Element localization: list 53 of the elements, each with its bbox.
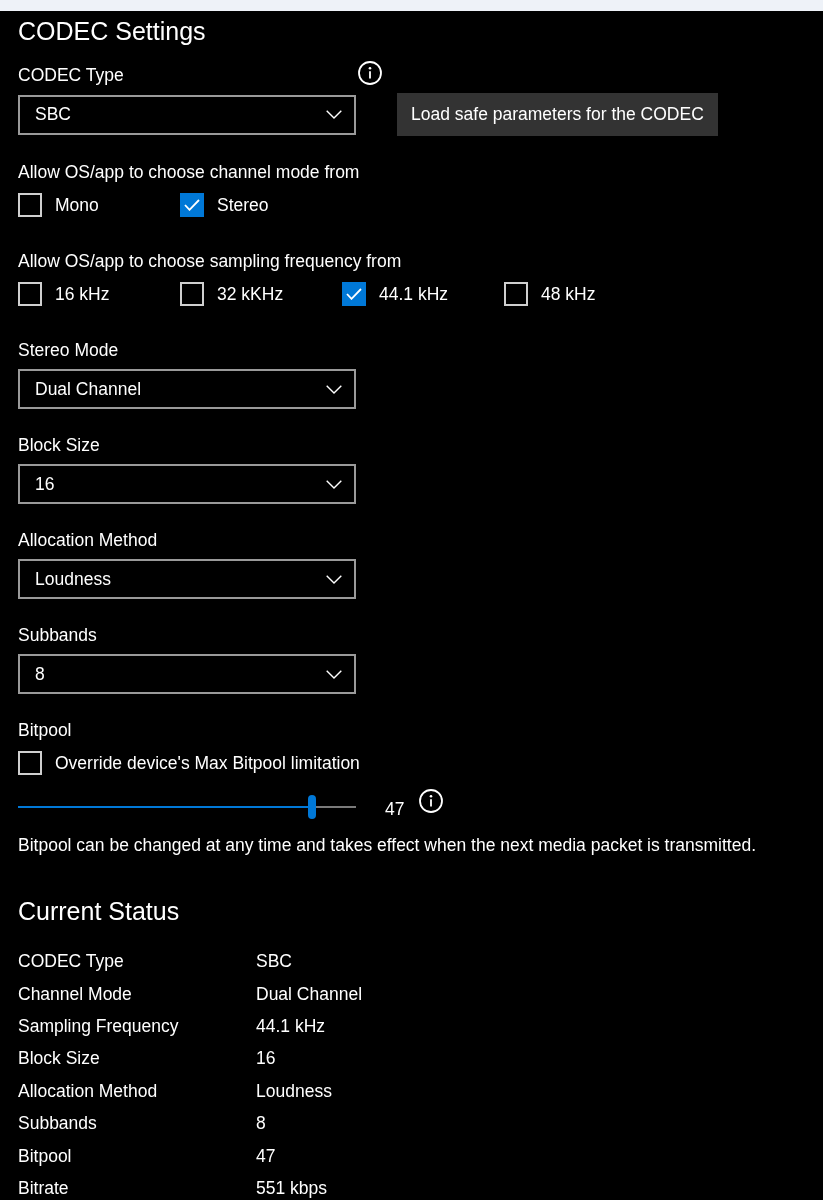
field-label: Allocation Method — [18, 529, 159, 551]
info-icon[interactable] — [358, 61, 382, 85]
status-label: CODEC Type — [18, 950, 124, 973]
checkbox-label[interactable]: 16 kHz — [55, 283, 110, 305]
status-value: Loudness — [256, 1079, 332, 1102]
dropdown[interactable]: 8 — [18, 654, 356, 694]
field-label: Bitpool — [18, 719, 73, 741]
checkbox-label[interactable]: 44.1 kHz — [379, 283, 449, 305]
status-label: Allocation Method — [18, 1079, 158, 1102]
slider-value: 47 — [385, 798, 405, 820]
section-title: CODEC Settings — [18, 16, 207, 47]
status-label: Sampling Frequency — [18, 1014, 179, 1037]
status-value: 44.1 kHz — [256, 1014, 326, 1037]
checkbox-label[interactable]: Mono — [55, 194, 99, 216]
field-label: Subbands — [18, 624, 98, 646]
status-value: 16 — [256, 1047, 276, 1070]
status-label: Bitpool — [18, 1144, 72, 1167]
status-label: Bitrate — [18, 1176, 69, 1199]
checkbox[interactable] — [180, 193, 204, 217]
chevron-down-icon — [326, 574, 342, 584]
field-label: CODEC Type — [18, 64, 124, 86]
checkbox[interactable] — [342, 282, 366, 306]
checkmark-icon — [346, 288, 362, 300]
load-safe-parameters-button[interactable]: Load safe parameters for the CODEC — [397, 93, 718, 136]
info-icon[interactable] — [419, 789, 444, 813]
status-label: Channel Mode — [18, 982, 132, 1005]
chevron-down-icon — [326, 669, 342, 679]
status-value: SBC — [256, 950, 292, 973]
bitpool-note: Bitpool can be changed at any time and takes effect when the next media packet is transmitted. — [18, 834, 758, 856]
status-value: 8 — [256, 1112, 266, 1135]
checkbox-label[interactable]: 48 kHz — [541, 283, 596, 305]
checkbox-label[interactable]: Stereo — [217, 194, 269, 216]
group-label: Allow OS/app to choose sampling frequency from — [18, 250, 403, 272]
checkbox-label[interactable]: 32 kKHz — [217, 283, 284, 305]
field-label: Block Size — [18, 434, 101, 456]
dropdown[interactable]: 16 — [18, 464, 356, 504]
section-title: Current Status — [18, 896, 181, 927]
status-value: Dual Channel — [256, 982, 363, 1005]
dropdown[interactable]: Dual Channel — [18, 369, 356, 409]
status-label: Block Size — [18, 1047, 100, 1070]
dropdown[interactable]: SBC — [18, 94, 356, 135]
status-value: 551 kbps — [256, 1176, 328, 1199]
field-label: Stereo Mode — [18, 339, 120, 361]
checkbox-label[interactable]: Override device's Max Bitpool limitation — [55, 752, 360, 774]
chevron-down-icon — [326, 110, 342, 119]
checkmark-icon — [184, 199, 200, 211]
chevron-down-icon — [326, 479, 342, 489]
dropdown[interactable]: Loudness — [18, 559, 356, 599]
status-label: Subbands — [18, 1112, 97, 1135]
group-label: Allow OS/app to choose channel mode from — [18, 161, 361, 183]
chevron-down-icon — [326, 384, 342, 394]
slider-thumb[interactable] — [308, 795, 317, 819]
status-value: 47 — [256, 1144, 276, 1167]
